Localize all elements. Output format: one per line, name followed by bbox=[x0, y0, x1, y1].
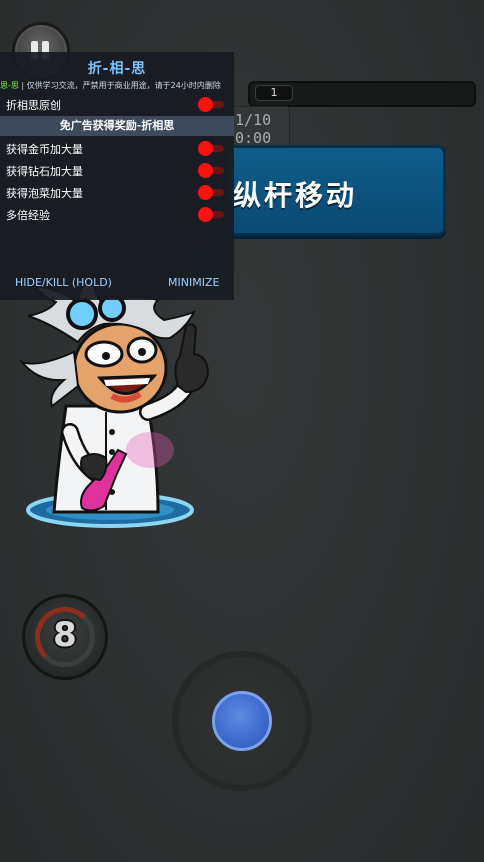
menu-row-coins[interactable]: 获得金币加大量 bbox=[0, 138, 234, 160]
level-progress-bar: 1 bbox=[248, 81, 476, 107]
toggle-thumb bbox=[198, 207, 213, 222]
raised-glove bbox=[174, 323, 210, 394]
menu-row-kimchi[interactable]: 获得泡菜加大量 bbox=[0, 182, 234, 204]
mod-menu-title: 折-相-思 bbox=[87, 61, 147, 77]
menu-row-multi-exp[interactable]: 多倍经验 bbox=[0, 204, 234, 226]
mod-menu-notice-text: | 仅供学习交流，严禁用于商业用途，请于24小时内删除 bbox=[18, 81, 221, 90]
joystick-knob[interactable] bbox=[212, 691, 272, 751]
mod-menu-notice: 思-思 | 仅供学习交流，严禁用于商业用途，请于24小时内删除 bbox=[0, 80, 234, 91]
ability-count: 8 bbox=[53, 615, 77, 655]
progress-value: 1 bbox=[255, 85, 293, 101]
toggle-switch[interactable] bbox=[198, 97, 226, 112]
tutorial-banner: 纵杆移动 bbox=[226, 145, 446, 236]
toggle-switch[interactable] bbox=[198, 141, 226, 156]
minimize-button[interactable]: MINIMIZE bbox=[168, 276, 219, 289]
goggle-left bbox=[66, 298, 98, 330]
mod-menu-panel: 折-相-思 思-思 | 仅供学习交流，严禁用于商业用途，请于24小时内删除 折相… bbox=[0, 52, 234, 300]
wave-timer-text: 1/10 0:00 bbox=[235, 111, 272, 147]
tutorial-banner-text: 纵杆移动 bbox=[233, 179, 358, 212]
menu-row-label: 多倍经验 bbox=[6, 209, 50, 222]
virtual-joystick[interactable] bbox=[172, 651, 312, 791]
menu-row-diamonds[interactable]: 获得钻石加大量 bbox=[0, 160, 234, 182]
toggle-thumb bbox=[198, 97, 213, 112]
toggle-switch[interactable] bbox=[198, 207, 226, 222]
menu-row-label: 获得泡菜加大量 bbox=[6, 187, 83, 200]
hide-kill-button[interactable]: HIDE/KILL (HOLD) bbox=[15, 276, 112, 289]
menu-row-label: 折相思原创 bbox=[6, 99, 61, 112]
ability-button[interactable]: 8 bbox=[22, 594, 108, 680]
scientist-character bbox=[18, 282, 210, 528]
menu-row-original[interactable]: 折相思原创 bbox=[0, 94, 234, 116]
toggle-thumb bbox=[198, 185, 213, 200]
toggle-switch[interactable] bbox=[198, 185, 226, 200]
toggle-thumb bbox=[198, 141, 213, 156]
wave-timer-box: 1/10 0:00 bbox=[228, 106, 290, 148]
mod-menu-footer: HIDE/KILL (HOLD) MINIMIZE bbox=[0, 264, 234, 300]
mod-menu-notice-tag: 思-思 bbox=[0, 81, 19, 90]
toggle-switch[interactable] bbox=[198, 163, 226, 178]
toggle-thumb bbox=[198, 163, 213, 178]
section-header-ad-free-rewards: 免广告获得奖励-折相思 bbox=[0, 116, 234, 136]
menu-row-label: 获得钻石加大量 bbox=[6, 165, 83, 178]
menu-row-label: 获得金币加大量 bbox=[6, 143, 83, 156]
